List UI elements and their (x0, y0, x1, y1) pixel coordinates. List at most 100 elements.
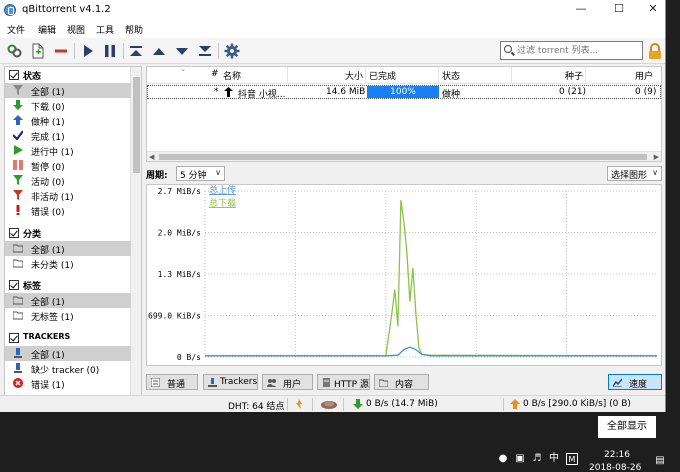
clock-time[interactable]: 22:16 (604, 450, 630, 460)
category-filter-all[interactable]: 全部 (1) (5, 241, 131, 256)
tag-filter-all[interactable]: 全部 (1) (5, 293, 131, 308)
maximize-button[interactable]: ☐ (604, 2, 634, 18)
search-input[interactable] (517, 44, 641, 57)
status-filter-errored[interactable]: 错误 (0) (5, 203, 131, 218)
checkbox-icon[interactable] (9, 70, 19, 80)
clock-date[interactable]: 2018-08-26 (589, 463, 641, 472)
menu-tools[interactable]: 工具 (96, 23, 114, 36)
arrow-down-icon (13, 100, 23, 110)
notification-icon[interactable]: ▤ (654, 455, 666, 467)
tab-trackers[interactable]: Trackers (203, 374, 258, 390)
speed-chart-icon (613, 378, 622, 387)
filter-label: 无标签 (1) (31, 313, 74, 323)
column-header-progress[interactable]: 已完成 (369, 69, 396, 82)
remove-torrent-button[interactable] (52, 42, 70, 60)
filter-label: 非活动 (1) (31, 193, 74, 203)
sidebar-scrollbar[interactable] (130, 67, 141, 395)
tags-section-header[interactable]: 标签 (5, 278, 131, 292)
ime-indicator[interactable]: 中 (548, 453, 560, 465)
search-box[interactable] (500, 41, 643, 60)
checkbox-icon[interactable] (9, 228, 19, 238)
legend-entry: 总下载 (209, 197, 236, 209)
tracker-filter-trackerless[interactable]: 缺少 tracker (0) (5, 361, 131, 376)
people-icon[interactable]: ● (497, 453, 509, 465)
tab-peers[interactable]: 用户 (262, 374, 313, 390)
column-header-size[interactable]: 大小 (345, 69, 363, 82)
status-filter-downloading[interactable]: 下载 (0) (5, 98, 131, 113)
move-up-button[interactable] (150, 42, 168, 60)
scrollbar-thumb[interactable] (133, 77, 140, 173)
category-filter-uncategorized[interactable]: 未分类 (1) (5, 256, 131, 271)
menu-bar: 文件 编辑 视图 工具 帮助 (0, 20, 665, 38)
upload-speed[interactable]: 0 B/s [290.0 KiB/s] (0 B) (523, 399, 631, 409)
column-header-seeds[interactable]: 种子 (565, 69, 583, 82)
filter-label: 完成 (1) (31, 133, 65, 143)
column-divider[interactable] (438, 67, 439, 83)
column-divider[interactable] (511, 67, 512, 83)
scroll-left-icon[interactable]: ◀ (149, 152, 154, 162)
menu-help[interactable]: 帮助 (125, 23, 143, 36)
options-button[interactable] (223, 42, 241, 60)
column-divider[interactable] (585, 67, 586, 83)
pause-button[interactable] (101, 42, 119, 60)
status-section-header[interactable]: 状态 (5, 68, 131, 82)
resume-button[interactable] (79, 42, 97, 60)
menu-view[interactable]: 视图 (67, 23, 85, 36)
title-bar[interactable]: qBittorrent v4.1.2 — ☐ ✕ (0, 0, 665, 20)
add-torrent-link-button[interactable] (6, 42, 24, 60)
close-button[interactable]: ✕ (638, 2, 665, 18)
tab-speed[interactable]: 速度 (608, 374, 662, 390)
move-top-button[interactable] (127, 42, 145, 60)
lock-icon[interactable] (648, 43, 662, 60)
torrent-list: ⌄ # 名称 大小 已完成 状态 种子 用户 * 抖音 小视... 14.6 M… (146, 65, 662, 162)
status-filter-completed[interactable]: 完成 (1) (5, 128, 131, 143)
column-header-status[interactable]: 状态 (442, 69, 460, 82)
tracker-filter-error[interactable]: 错误 (1) (5, 376, 131, 391)
graph-select[interactable]: 选择图形 ∨ (607, 166, 662, 181)
minimize-button[interactable]: — (566, 2, 596, 18)
network-tray-icon[interactable]: ▣ (514, 453, 526, 465)
file-add-icon (32, 43, 44, 59)
column-divider[interactable] (287, 67, 288, 83)
column-divider[interactable] (365, 67, 366, 83)
move-down-button[interactable] (173, 42, 191, 60)
menu-edit[interactable]: 编辑 (38, 23, 56, 36)
status-filter-inactive[interactable]: 非活动 (1) (5, 188, 131, 203)
connection-status-icon[interactable] (294, 399, 304, 409)
show-all-button[interactable]: 全部显示 (598, 416, 656, 438)
alt-speed-icon[interactable] (320, 399, 338, 409)
tab-http-sources[interactable]: HTTP 源 (317, 374, 370, 390)
move-bottom-button[interactable] (196, 42, 214, 60)
horizontal-scrollbar[interactable]: ◀ ▶ (147, 151, 661, 161)
tab-content[interactable]: 内容 (374, 374, 429, 390)
y-tick-label: 2.0 MiB/s (158, 229, 202, 238)
pause-icon (13, 160, 23, 170)
tab-general[interactable]: 普通 (146, 374, 198, 390)
status-filter-paused[interactable]: 暂停 (0) (5, 158, 131, 173)
size-cell: 14.6 MiB (326, 87, 366, 97)
menu-file[interactable]: 文件 (7, 23, 25, 36)
checkbox-icon[interactable] (9, 280, 19, 290)
column-header-peers[interactable]: 用户 (635, 69, 653, 82)
status-filter-all[interactable]: 全部 (1) (5, 83, 131, 98)
y-tick-label: 699.0 KiB/s (148, 312, 201, 321)
column-header-name[interactable]: 名称 (223, 69, 241, 82)
status-filter-active-running[interactable]: 进行中 (1) (5, 143, 131, 158)
period-select[interactable]: 5 分钟 ∨ (176, 166, 225, 181)
filter-label: 未分类 (1) (31, 261, 74, 271)
status-filter-active[interactable]: 活动 (0) (5, 173, 131, 188)
checkbox-icon[interactable] (9, 333, 19, 343)
add-torrent-file-button[interactable] (29, 42, 47, 60)
scroll-right-icon[interactable]: ▶ (654, 152, 659, 162)
trackers-section-header[interactable]: TRACKERS (5, 331, 131, 345)
tag-filter-untagged[interactable]: 无标签 (1) (5, 308, 131, 323)
download-speed[interactable]: 0 B/s (14.7 MiB) (366, 399, 438, 409)
categories-section-header[interactable]: 分类 (5, 226, 131, 240)
scrollbar-thumb[interactable] (159, 154, 647, 160)
volume-icon[interactable]: ♬ (531, 453, 543, 465)
status-filter-seeding[interactable]: 做种 (1) (5, 113, 131, 128)
table-row[interactable]: * 抖音 小视... 14.6 MiB 100% 做种 0 (21) 0 (9) (147, 85, 661, 100)
ime-mode-indicator[interactable]: M (566, 453, 578, 465)
column-header-queue[interactable]: # (211, 69, 219, 79)
tracker-filter-all[interactable]: 全部 (1) (5, 346, 131, 361)
